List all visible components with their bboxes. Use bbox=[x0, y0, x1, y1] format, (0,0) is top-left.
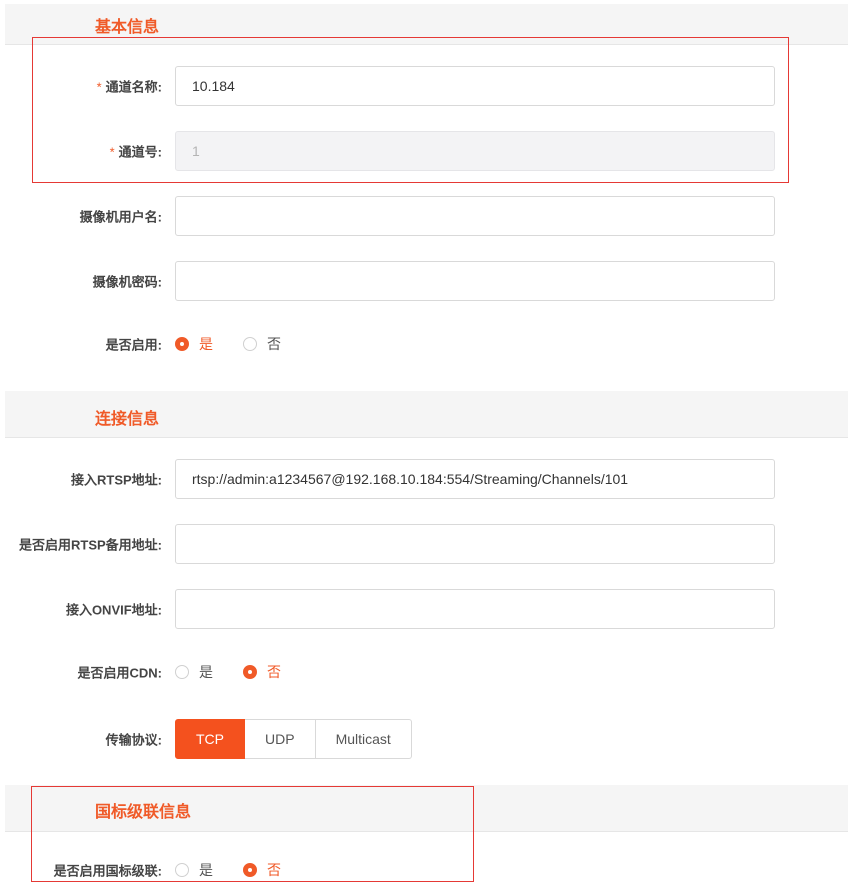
channel-no-input bbox=[175, 131, 775, 171]
row-rtsp: 接入RTSP地址: bbox=[0, 459, 848, 499]
radio-unchecked-icon bbox=[243, 337, 257, 351]
protocol-tcp-button[interactable]: TCP bbox=[175, 719, 245, 759]
required-mark: * bbox=[96, 79, 102, 95]
row-camera-user: 摄像机用户名: bbox=[0, 196, 848, 236]
camera-pwd-input[interactable] bbox=[175, 261, 775, 301]
cdn-radio-group: 是 否 bbox=[175, 662, 311, 682]
section-basic-header: 基本信息 bbox=[5, 4, 848, 45]
channel-name-label: * 通道名称: bbox=[96, 79, 162, 95]
protocol-udp-button[interactable]: UDP bbox=[245, 719, 316, 759]
row-onvif: 接入ONVIF地址: bbox=[0, 589, 848, 629]
onvif-input[interactable] bbox=[175, 589, 775, 629]
rtsp-input[interactable] bbox=[175, 459, 775, 499]
radio-unchecked-icon bbox=[175, 863, 189, 877]
radio-checked-icon bbox=[243, 863, 257, 877]
camera-pwd-label: 摄像机密码: bbox=[92, 274, 162, 290]
section-gb-header: 国标级联信息 bbox=[5, 785, 848, 832]
section-gb-title: 国标级联信息 bbox=[95, 804, 192, 821]
gb-cascade-yes-radio[interactable]: 是 bbox=[175, 860, 213, 880]
row-enabled: 是否启用: 是 否 bbox=[0, 324, 848, 364]
rtsp-backup-input[interactable] bbox=[175, 524, 775, 564]
radio-checked-icon bbox=[175, 337, 189, 351]
radio-checked-icon bbox=[243, 665, 257, 679]
row-camera-pwd: 摄像机密码: bbox=[0, 261, 848, 301]
row-protocol: 传输协议: TCP UDP Multicast bbox=[0, 719, 848, 759]
rtsp-label: 接入RTSP地址: bbox=[70, 472, 162, 488]
enabled-radio-group: 是 否 bbox=[175, 334, 311, 354]
section-connection-header: 连接信息 bbox=[5, 391, 848, 438]
camera-user-label: 摄像机用户名: bbox=[79, 209, 162, 225]
channel-form: 基本信息 *通道名称: *通道号: 摄像机用户名: 摄像机密码: 是否启用: 是… bbox=[0, 0, 848, 886]
enabled-yes-radio[interactable]: 是 bbox=[175, 334, 213, 354]
row-cdn: 是否启用CDN: 是 否 bbox=[0, 652, 848, 692]
enabled-label: 是否启用: bbox=[105, 337, 162, 353]
cdn-label: 是否启用CDN: bbox=[77, 665, 163, 681]
section-basic-title: 基本信息 bbox=[95, 19, 160, 36]
gb-cascade-no-radio[interactable]: 否 bbox=[243, 860, 281, 880]
row-channel-no: * 通道号: bbox=[0, 131, 848, 171]
section-connection-title: 连接信息 bbox=[95, 411, 160, 428]
enabled-no-radio[interactable]: 否 bbox=[243, 334, 281, 354]
rtsp-backup-label: 是否启用RTSP备用地址: bbox=[18, 537, 162, 553]
protocol-multicast-button[interactable]: Multicast bbox=[315, 719, 412, 759]
radio-unchecked-icon bbox=[175, 665, 189, 679]
row-rtsp-backup: 是否启用RTSP备用地址: bbox=[0, 524, 848, 564]
cdn-no-radio[interactable]: 否 bbox=[243, 662, 281, 682]
protocol-segmented: TCP UDP Multicast bbox=[175, 719, 412, 759]
row-channel-name: * 通道名称: bbox=[0, 66, 848, 106]
gb-cascade-radio-group: 是 否 bbox=[175, 860, 311, 880]
channel-name-input[interactable] bbox=[175, 66, 775, 106]
row-gb-cascade: 是否启用国标级联: 是 否 bbox=[0, 850, 848, 886]
onvif-label: 接入ONVIF地址: bbox=[65, 602, 162, 618]
channel-no-label: * 通道号: bbox=[109, 144, 162, 160]
camera-user-input[interactable] bbox=[175, 196, 775, 236]
gb-cascade-label: 是否启用国标级联: bbox=[53, 863, 162, 879]
protocol-label: 传输协议: bbox=[105, 732, 162, 748]
required-mark: * bbox=[109, 144, 115, 160]
cdn-yes-radio[interactable]: 是 bbox=[175, 662, 213, 682]
